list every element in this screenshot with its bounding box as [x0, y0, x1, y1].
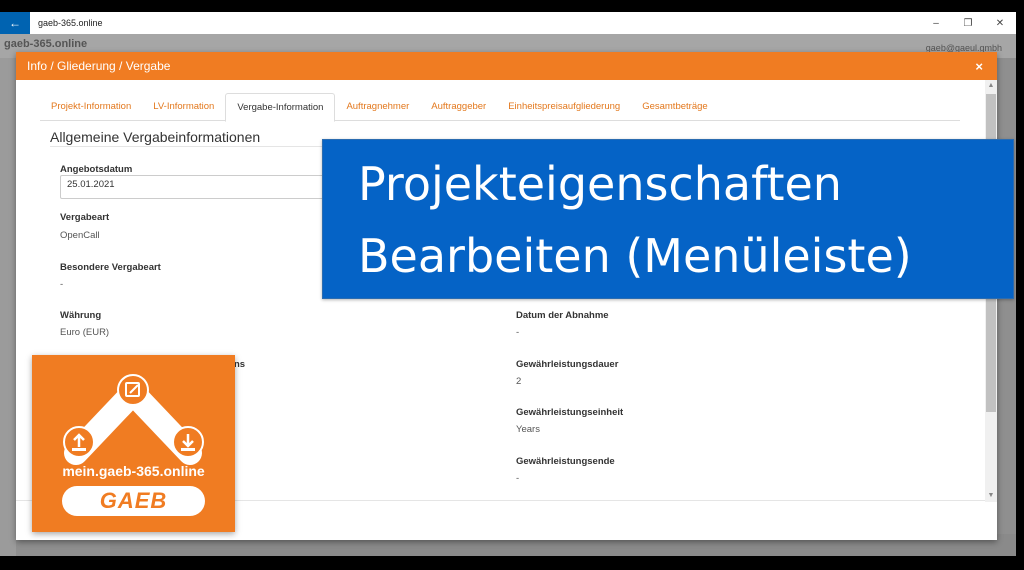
gewaehrleistungsdauer-value: 2 [516, 376, 522, 387]
gewaehrleistungseinheit-label: Gewährleistungseinheit [516, 407, 624, 418]
scroll-down-icon[interactable]: ▼ [985, 490, 997, 502]
modal-header: Info / Gliederung / Vergabe × [16, 52, 997, 80]
angebotsdatum-label: Angebotsdatum [60, 164, 133, 175]
banner-line-2: Bearbeiten (Menüleiste) [358, 229, 912, 283]
scroll-up-icon[interactable]: ▲ [985, 80, 997, 92]
tab-einheitspreisaufgliederung[interactable]: Einheitspreisaufgliederung [497, 93, 631, 121]
waehrung-label: Währung [60, 310, 102, 321]
gewaehrleistungsdauer-label: Gewährleistungsdauer [516, 359, 619, 370]
besondere-vergabeart-label: Besondere Vergabeart [60, 262, 161, 273]
banner-line-1: Projekteigenschaften [358, 157, 842, 211]
background-app-name: gaeb-365.online [4, 38, 88, 50]
gaeb-brand-logo: GAEB [62, 486, 205, 516]
window-titlebar: ← gaeb-365.online – ❐ ✕ [0, 12, 1016, 34]
restore-button[interactable]: ❐ [952, 12, 984, 34]
datum-abnahme-value: - [516, 327, 520, 338]
tutorial-banner: Projekteigenschaften Bearbeiten (Menülei… [322, 139, 1014, 299]
tab-auftraggeber[interactable]: Auftraggeber [420, 93, 497, 121]
waehrung-value: Euro (EUR) [60, 327, 110, 338]
close-window-button[interactable]: ✕ [984, 12, 1016, 34]
tab-auftragnehmer[interactable]: Auftragnehmer [335, 93, 420, 121]
modal-close-button[interactable]: × [975, 59, 983, 74]
window-title: gaeb-365.online [38, 18, 103, 28]
logo-url-text: mein.gaeb-365.online [62, 463, 205, 479]
gewaehrleistungsende-value: - [516, 473, 520, 484]
arrow-left-icon: ← [9, 16, 21, 30]
background-sidebar [0, 58, 16, 556]
back-button[interactable]: ← [0, 12, 30, 34]
gewaehrleistungseinheit-value: Years [516, 424, 540, 435]
window-controls: – ❐ ✕ [920, 12, 1016, 34]
datum-abnahme-label: Datum der Abnahme [516, 310, 609, 321]
tab-lv-information[interactable]: LV-Information [142, 93, 225, 121]
vergabeart-value: OpenCall [60, 230, 100, 241]
vergabeart-label: Vergabeart [60, 212, 110, 223]
screen: ← gaeb-365.online – ❐ ✕ gaeb-365.online … [0, 0, 1024, 570]
partial-label: ns [234, 359, 246, 370]
minimize-button[interactable]: – [920, 12, 952, 34]
besondere-vergabeart-value: - [60, 279, 64, 290]
tab-gesamtbetraege[interactable]: Gesamtbeträge [631, 93, 718, 121]
tab-bar: Projekt-Information LV-Information Verga… [40, 93, 960, 122]
upload-download-edit-icon [63, 374, 204, 465]
section-title: Allgemeine Vergabeinformationen [50, 129, 261, 145]
gaeb-logo-card: mein.gaeb-365.online GAEB [32, 355, 235, 532]
tab-projekt-information[interactable]: Projekt-Information [40, 93, 142, 121]
angebotsdatum-field[interactable]: 25.01.2021 [60, 175, 340, 199]
modal-title: Info / Gliederung / Vergabe [27, 59, 171, 73]
gewaehrleistungsende-label: Gewährleistungsende [516, 456, 615, 467]
tab-vergabe-information[interactable]: Vergabe-Information [225, 93, 336, 122]
